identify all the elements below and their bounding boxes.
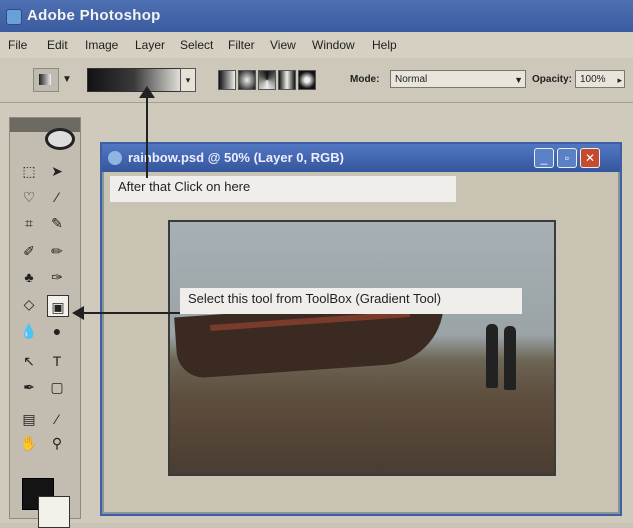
menu-file[interactable]: File [8,38,27,52]
linear-gradient-icon[interactable] [218,70,236,90]
type-tool-icon[interactable]: T [46,350,68,372]
history-brush-icon[interactable]: ✑ [46,266,68,288]
tool-preset-picker[interactable] [33,68,59,92]
move-tool-icon[interactable]: ➤ [46,160,68,182]
mode-value: Normal [395,74,428,85]
dodge-tool-icon[interactable]: ● [46,320,68,342]
hand-tool-icon[interactable]: ✋ [18,432,40,454]
photoshop-eye-icon[interactable] [45,128,75,150]
person-silhouette [504,326,516,390]
arrow-head-left-icon [72,306,84,320]
mode-select[interactable]: Normal ▼ [390,70,526,88]
chevron-right-icon: ▸ [617,75,622,85]
gradient-tool-icon[interactable]: ▣ [47,295,69,317]
shape-tool-icon[interactable]: ▢ [46,376,68,398]
toolbox: ⬚ ➤ ♡ ⁄ ⌗ ✎ ✐ ✏ ♣ ✑ ◇ ▣ 💧 ● ↖ T ✒ ▢ ▤ ⁄ … [9,117,81,528]
photoshop-app-icon [6,9,22,25]
angle-gradient-icon[interactable] [258,70,276,90]
opacity-value: 100% [580,74,606,85]
chevron-down-icon: ▼ [514,75,523,85]
path-select-icon[interactable]: ↖ [18,350,40,372]
person-silhouette [486,324,498,388]
chevron-down-icon[interactable]: ▼ [62,74,72,85]
lasso-tool-icon[interactable]: ♡ [18,186,40,208]
zoom-tool-icon[interactable]: ⚲ [46,432,68,454]
menu-bar: File Edit Image Layer Select Filter View… [0,32,633,59]
gradient-dropdown-button[interactable]: ▾ [180,68,196,92]
arrow-head-up-icon [139,86,155,98]
arrow-to-gradient-tool [80,312,180,314]
arrow-to-gradient-picker [146,96,148,178]
document-body [104,172,618,512]
brush-tool-icon[interactable]: ✏ [46,240,68,262]
menu-window[interactable]: Window [312,38,355,52]
healing-brush-icon[interactable]: ✐ [18,240,40,262]
menu-layer[interactable]: Layer [135,38,165,52]
annotation-tool: Select this tool from ToolBox (Gradient … [180,288,522,314]
mode-label: Mode: [350,74,380,85]
canvas-image[interactable] [168,220,556,476]
slice-tool-icon[interactable]: ✎ [46,212,68,234]
crop-tool-icon[interactable]: ⌗ [18,212,40,234]
menu-edit[interactable]: Edit [47,38,68,52]
document-icon [108,151,122,165]
menu-select[interactable]: Select [180,38,213,52]
minimize-button[interactable]: _ [534,148,554,168]
menu-filter[interactable]: Filter [228,38,255,52]
eraser-tool-icon[interactable]: ◇ [18,293,40,315]
blur-tool-icon[interactable]: 💧 [18,320,40,342]
notes-tool-icon[interactable]: ▤ [18,408,40,430]
pen-tool-icon[interactable]: ✒ [18,376,40,398]
app-title: Adobe Photoshop [27,7,161,24]
radial-gradient-icon[interactable] [238,70,256,90]
annotation-top: After that Click on here [110,176,456,202]
document-titlebar: rainbow.psd @ 50% (Layer 0, RGB) _ ▫ ✕ [102,144,620,172]
menu-view[interactable]: View [270,38,296,52]
options-bar: ▼ ▾ Mode: Normal ▼ Opacity: 100% ▸ [0,58,633,103]
eyedropper-icon[interactable]: ⁄ [46,408,68,430]
background-color-swatch[interactable] [38,496,70,528]
gradient-tool-icon [39,74,51,85]
magic-wand-icon[interactable]: ⁄ [46,186,68,208]
diamond-gradient-icon[interactable] [298,70,316,90]
app-titlebar: Adobe Photoshop [0,0,633,32]
document-title: rainbow.psd @ 50% (Layer 0, RGB) [128,150,344,165]
marquee-tool-icon[interactable]: ⬚ [18,160,40,182]
menu-image[interactable]: Image [85,38,118,52]
close-button[interactable]: ✕ [580,148,600,168]
clone-stamp-icon[interactable]: ♣ [18,266,40,288]
maximize-button[interactable]: ▫ [557,148,577,168]
menu-help[interactable]: Help [372,38,397,52]
reflected-gradient-icon[interactable] [278,70,296,90]
opacity-label: Opacity: [532,74,573,85]
opacity-input[interactable]: 100% ▸ [575,70,625,88]
gradient-picker[interactable] [87,68,181,92]
photoshop-window: Adobe Photoshop File Edit Image Layer Se… [0,0,633,528]
